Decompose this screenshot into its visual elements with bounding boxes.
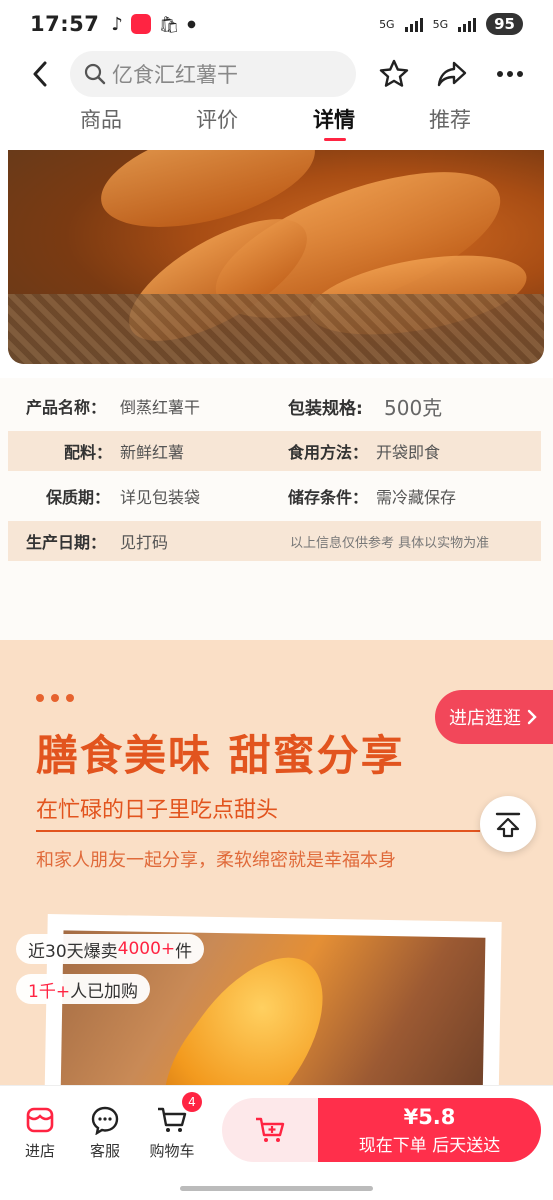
- spec-value: 开袋即食: [376, 443, 441, 462]
- detail-content[interactable]: 产品名称： 倒蒸红薯干 包装规格: 500克 配料： 新鲜红薯 食用方法： 开袋…: [0, 150, 553, 1085]
- sales-count: 4000+: [117, 939, 176, 959]
- back-button[interactable]: [20, 54, 60, 94]
- star-icon: [379, 59, 409, 87]
- promo-description: 和家人朋友一起分享，柔软绵密就是幸福本身: [36, 850, 396, 871]
- chevron-left-icon: [33, 61, 47, 87]
- spec-value: 500克: [384, 395, 443, 420]
- sales-suffix: 件: [175, 941, 193, 962]
- more-button[interactable]: [490, 54, 530, 94]
- cart-count-highlight: 1千+: [28, 981, 71, 1002]
- spec-label: 保质期：: [46, 488, 111, 507]
- customer-service-button[interactable]: 客服: [70, 1104, 140, 1161]
- status-time: 17:57: [30, 12, 100, 36]
- cart-badge: 4: [182, 1092, 202, 1112]
- spec-value: 见打码: [120, 533, 169, 552]
- shop-bag-icon: 🛍: [158, 14, 180, 34]
- active-tab-indicator: [324, 138, 346, 141]
- buy-now-button[interactable]: ¥5.8 现在下单 后天送达: [318, 1098, 541, 1162]
- sales-count-chip: 近30天爆卖 4000+ 件: [16, 934, 205, 964]
- divider: [36, 830, 480, 832]
- spec-label: 配料：: [64, 443, 113, 462]
- spec-label: 生产日期：: [26, 533, 107, 552]
- dot-icon: ●: [187, 18, 196, 30]
- tab-details[interactable]: 详情: [313, 104, 355, 134]
- service-label: 客服: [89, 1142, 120, 1160]
- tiktok-icon: ♪: [111, 13, 123, 35]
- tab-recommend[interactable]: 推荐: [429, 104, 471, 134]
- cart-label: 购物车: [149, 1142, 195, 1160]
- xiaohongshu-icon: [130, 14, 151, 34]
- cart-count-suffix: 人已加购: [70, 981, 139, 1002]
- add-to-cart-button[interactable]: [222, 1098, 318, 1162]
- home-indicator[interactable]: [180, 1186, 373, 1191]
- share-icon: [437, 61, 467, 87]
- visit-store-label: 进店逛逛: [449, 708, 521, 729]
- search-icon: [84, 63, 106, 85]
- spec-label: 包装规格:: [288, 398, 363, 419]
- store-label: 进店: [24, 1142, 55, 1160]
- search-text: 亿食汇红薯干: [112, 63, 238, 87]
- add-cart-count-chip: 1千+ 人已加购: [16, 974, 151, 1004]
- tab-bar: 商品 评价 详情 推荐: [0, 104, 553, 150]
- spec-value: 详见包装袋: [120, 488, 201, 507]
- add-cart-icon: [256, 1117, 285, 1142]
- spec-value: 倒蒸红薯干: [120, 398, 201, 417]
- spec-row: 配料： 新鲜红薯 食用方法： 开袋即食: [8, 431, 541, 471]
- buy-price: ¥5.8: [403, 1104, 456, 1129]
- buy-label: 现在下单 后天送达: [358, 1135, 501, 1156]
- store-button[interactable]: 进店: [5, 1104, 75, 1161]
- spec-label: 储存条件：: [288, 488, 369, 507]
- spec-value: 新鲜红薯: [120, 443, 185, 462]
- battery-indicator: 95: [486, 13, 523, 35]
- decor-dots: [36, 694, 74, 702]
- spec-label: 食用方法：: [288, 443, 369, 462]
- status-bar: 17:57 ♪ 🛍 ● 5G 5G 95: [0, 0, 553, 48]
- cart-button[interactable]: 4 购物车: [137, 1092, 207, 1161]
- tab-reviews[interactable]: 评价: [196, 104, 238, 134]
- more-dots-icon: [497, 71, 523, 77]
- sales-prefix: 近30天爆卖: [28, 941, 118, 962]
- bottom-action-bar: 进店 客服 4 购物车 ¥5.8 现在下单 后天送达: [0, 1085, 553, 1180]
- spec-table: 产品名称： 倒蒸红薯干 包装规格: 500克 配料： 新鲜红薯 食用方法： 开袋…: [0, 378, 553, 640]
- net-label-2: 5G: [432, 17, 449, 31]
- spec-note: 以上信息仅供参考 具体以实物为准: [290, 535, 490, 551]
- product-photo: [8, 150, 544, 364]
- signal-icon: [404, 16, 423, 32]
- tab-product[interactable]: 商品: [80, 104, 122, 134]
- signal-icon-2: [458, 16, 477, 32]
- header: 亿食汇红薯干: [0, 48, 553, 100]
- favorite-button[interactable]: [374, 54, 414, 94]
- store-icon: [26, 1107, 54, 1133]
- net-label-1: 5G: [379, 17, 395, 31]
- cart-icon: [158, 1107, 187, 1132]
- arrow-up-icon: [495, 812, 521, 838]
- spec-row: 保质期： 详见包装袋 储存条件： 需冷藏保存: [8, 476, 541, 516]
- visit-store-button[interactable]: 进店逛逛: [435, 690, 553, 744]
- spec-value: 需冷藏保存: [376, 488, 457, 507]
- spec-row: 生产日期： 见打码 以上信息仅供参考 具体以实物为准: [8, 521, 541, 561]
- promo-subtitle: 在忙碌的日子里吃点甜头: [36, 798, 279, 823]
- share-button[interactable]: [432, 54, 472, 94]
- chevron-right-icon: [527, 709, 537, 725]
- chat-icon: [91, 1106, 119, 1135]
- back-to-top-button[interactable]: [480, 796, 536, 852]
- spec-row: 产品名称： 倒蒸红薯干 包装规格: 500克: [8, 386, 541, 426]
- search-input[interactable]: 亿食汇红薯干: [70, 51, 356, 97]
- spec-label: 产品名称：: [26, 398, 107, 417]
- promo-title: 膳食美味 甜蜜分享: [36, 731, 405, 780]
